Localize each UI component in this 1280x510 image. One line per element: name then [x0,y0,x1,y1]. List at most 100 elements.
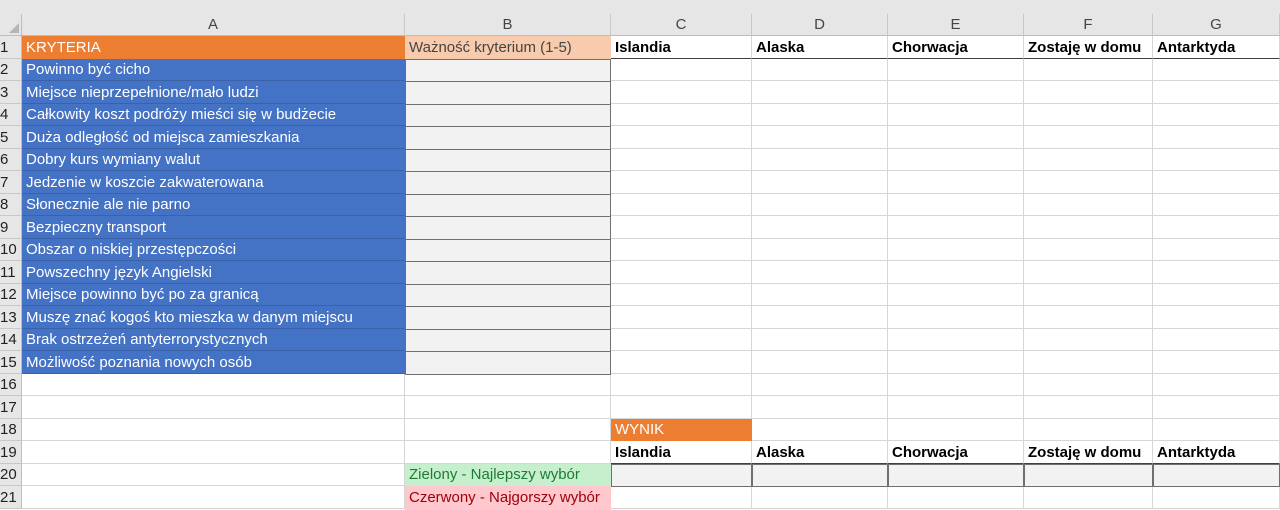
cell[interactable] [888,216,1024,239]
importance-input[interactable] [405,261,611,285]
cell[interactable] [1024,374,1153,396]
importance-input[interactable] [405,239,611,262]
result-destination-header[interactable]: Alaska [752,441,888,464]
importance-header[interactable]: Ważność kryterium (1-5) [405,36,611,59]
row-header-11[interactable]: 11 [0,261,22,284]
cell[interactable] [1153,104,1280,126]
row-header-13[interactable]: 13 [0,306,22,329]
legend-green[interactable]: Zielony - Najlepszy wybór [405,464,611,486]
column-header-e[interactable]: E [888,14,1024,36]
cell[interactable] [752,149,888,171]
cell[interactable] [1153,171,1280,194]
importance-input[interactable] [405,171,611,195]
cell[interactable] [1024,486,1153,509]
cell[interactable] [1153,149,1280,171]
cell[interactable] [752,351,888,374]
cell[interactable] [752,486,888,509]
cell[interactable] [888,396,1024,419]
cell[interactable] [1153,261,1280,284]
row-header-21[interactable]: 21 [0,486,22,509]
cell[interactable] [752,171,888,194]
cell[interactable] [888,194,1024,216]
importance-input[interactable] [405,329,611,352]
result-destination-header[interactable]: Zostaję w domu [1024,441,1153,464]
importance-input[interactable] [405,306,611,330]
row-header-3[interactable]: 3 [0,81,22,104]
cell[interactable] [22,486,405,509]
row-header-1[interactable]: 1 [0,36,22,59]
cell[interactable] [611,126,752,149]
row-header-4[interactable]: 4 [0,104,22,126]
criteria-item[interactable]: Możliwość poznania nowych osób [22,351,405,374]
row-header-7[interactable]: 7 [0,171,22,194]
row-header-10[interactable]: 10 [0,239,22,261]
row-header-16[interactable]: 16 [0,374,22,396]
criteria-item[interactable]: Muszę znać kogoś kto mieszka w danym mie… [22,306,405,329]
cell[interactable] [1024,104,1153,126]
cell[interactable] [888,171,1024,194]
cell[interactable] [1153,194,1280,216]
criteria-item[interactable]: Duża odległość od miejsca zamieszkania [22,126,405,149]
cell[interactable] [752,284,888,306]
criteria-item[interactable]: Powinno być cicho [22,59,405,81]
importance-input[interactable] [405,351,611,375]
cell[interactable] [1153,396,1280,419]
cell[interactable] [752,306,888,329]
cell[interactable] [1153,59,1280,81]
column-header-f[interactable]: F [1024,14,1153,36]
cell[interactable] [22,419,405,441]
row-header-20[interactable]: 20 [0,464,22,486]
cell[interactable] [611,261,752,284]
cell[interactable] [611,216,752,239]
cell[interactable] [1024,261,1153,284]
column-header-b[interactable]: B [405,14,611,36]
cell[interactable] [611,329,752,351]
cell[interactable] [405,419,611,441]
importance-input[interactable] [405,216,611,240]
importance-input[interactable] [405,284,611,307]
cell[interactable] [1153,374,1280,396]
cell[interactable] [1024,81,1153,104]
cell[interactable] [1024,396,1153,419]
destination-header[interactable]: Antarktyda [1153,36,1280,59]
cell[interactable] [888,419,1024,441]
row-header-8[interactable]: 8 [0,194,22,216]
cell[interactable] [1153,419,1280,441]
row-header-9[interactable]: 9 [0,216,22,239]
criteria-item[interactable]: Brak ostrzeżeń antyterrorystycznych [22,329,405,351]
criteria-item[interactable]: Jedzenie w koszcie zakwaterowana [22,171,405,194]
row-header-6[interactable]: 6 [0,149,22,171]
cell[interactable] [1024,351,1153,374]
result-value[interactable] [888,464,1024,487]
criteria-item[interactable]: Bezpieczny transport [22,216,405,239]
cell[interactable] [1153,306,1280,329]
result-value[interactable] [1153,464,1280,487]
criteria-item[interactable]: Miejsce nieprzepełnione/mało ludzi [22,81,405,104]
cell[interactable] [1024,149,1153,171]
cell[interactable] [888,351,1024,374]
cell[interactable] [888,306,1024,329]
cell[interactable] [611,104,752,126]
row-header-17[interactable]: 17 [0,396,22,419]
cell[interactable] [888,374,1024,396]
cell[interactable] [888,59,1024,81]
cell[interactable] [888,81,1024,104]
cell[interactable] [611,81,752,104]
importance-input[interactable] [405,59,611,82]
row-header-12[interactable]: 12 [0,284,22,306]
criteria-item[interactable]: Obszar o niskiej przestępczości [22,239,405,261]
importance-input[interactable] [405,126,611,150]
cell[interactable] [405,441,611,464]
cell[interactable] [611,351,752,374]
cell[interactable] [888,486,1024,509]
cell[interactable] [752,104,888,126]
cell[interactable] [888,284,1024,306]
cell[interactable] [1024,306,1153,329]
cell[interactable] [611,59,752,81]
cell[interactable] [888,261,1024,284]
cell[interactable] [611,396,752,419]
cell[interactable] [1024,171,1153,194]
cell[interactable] [752,396,888,419]
cell[interactable] [611,284,752,306]
cell[interactable] [888,126,1024,149]
